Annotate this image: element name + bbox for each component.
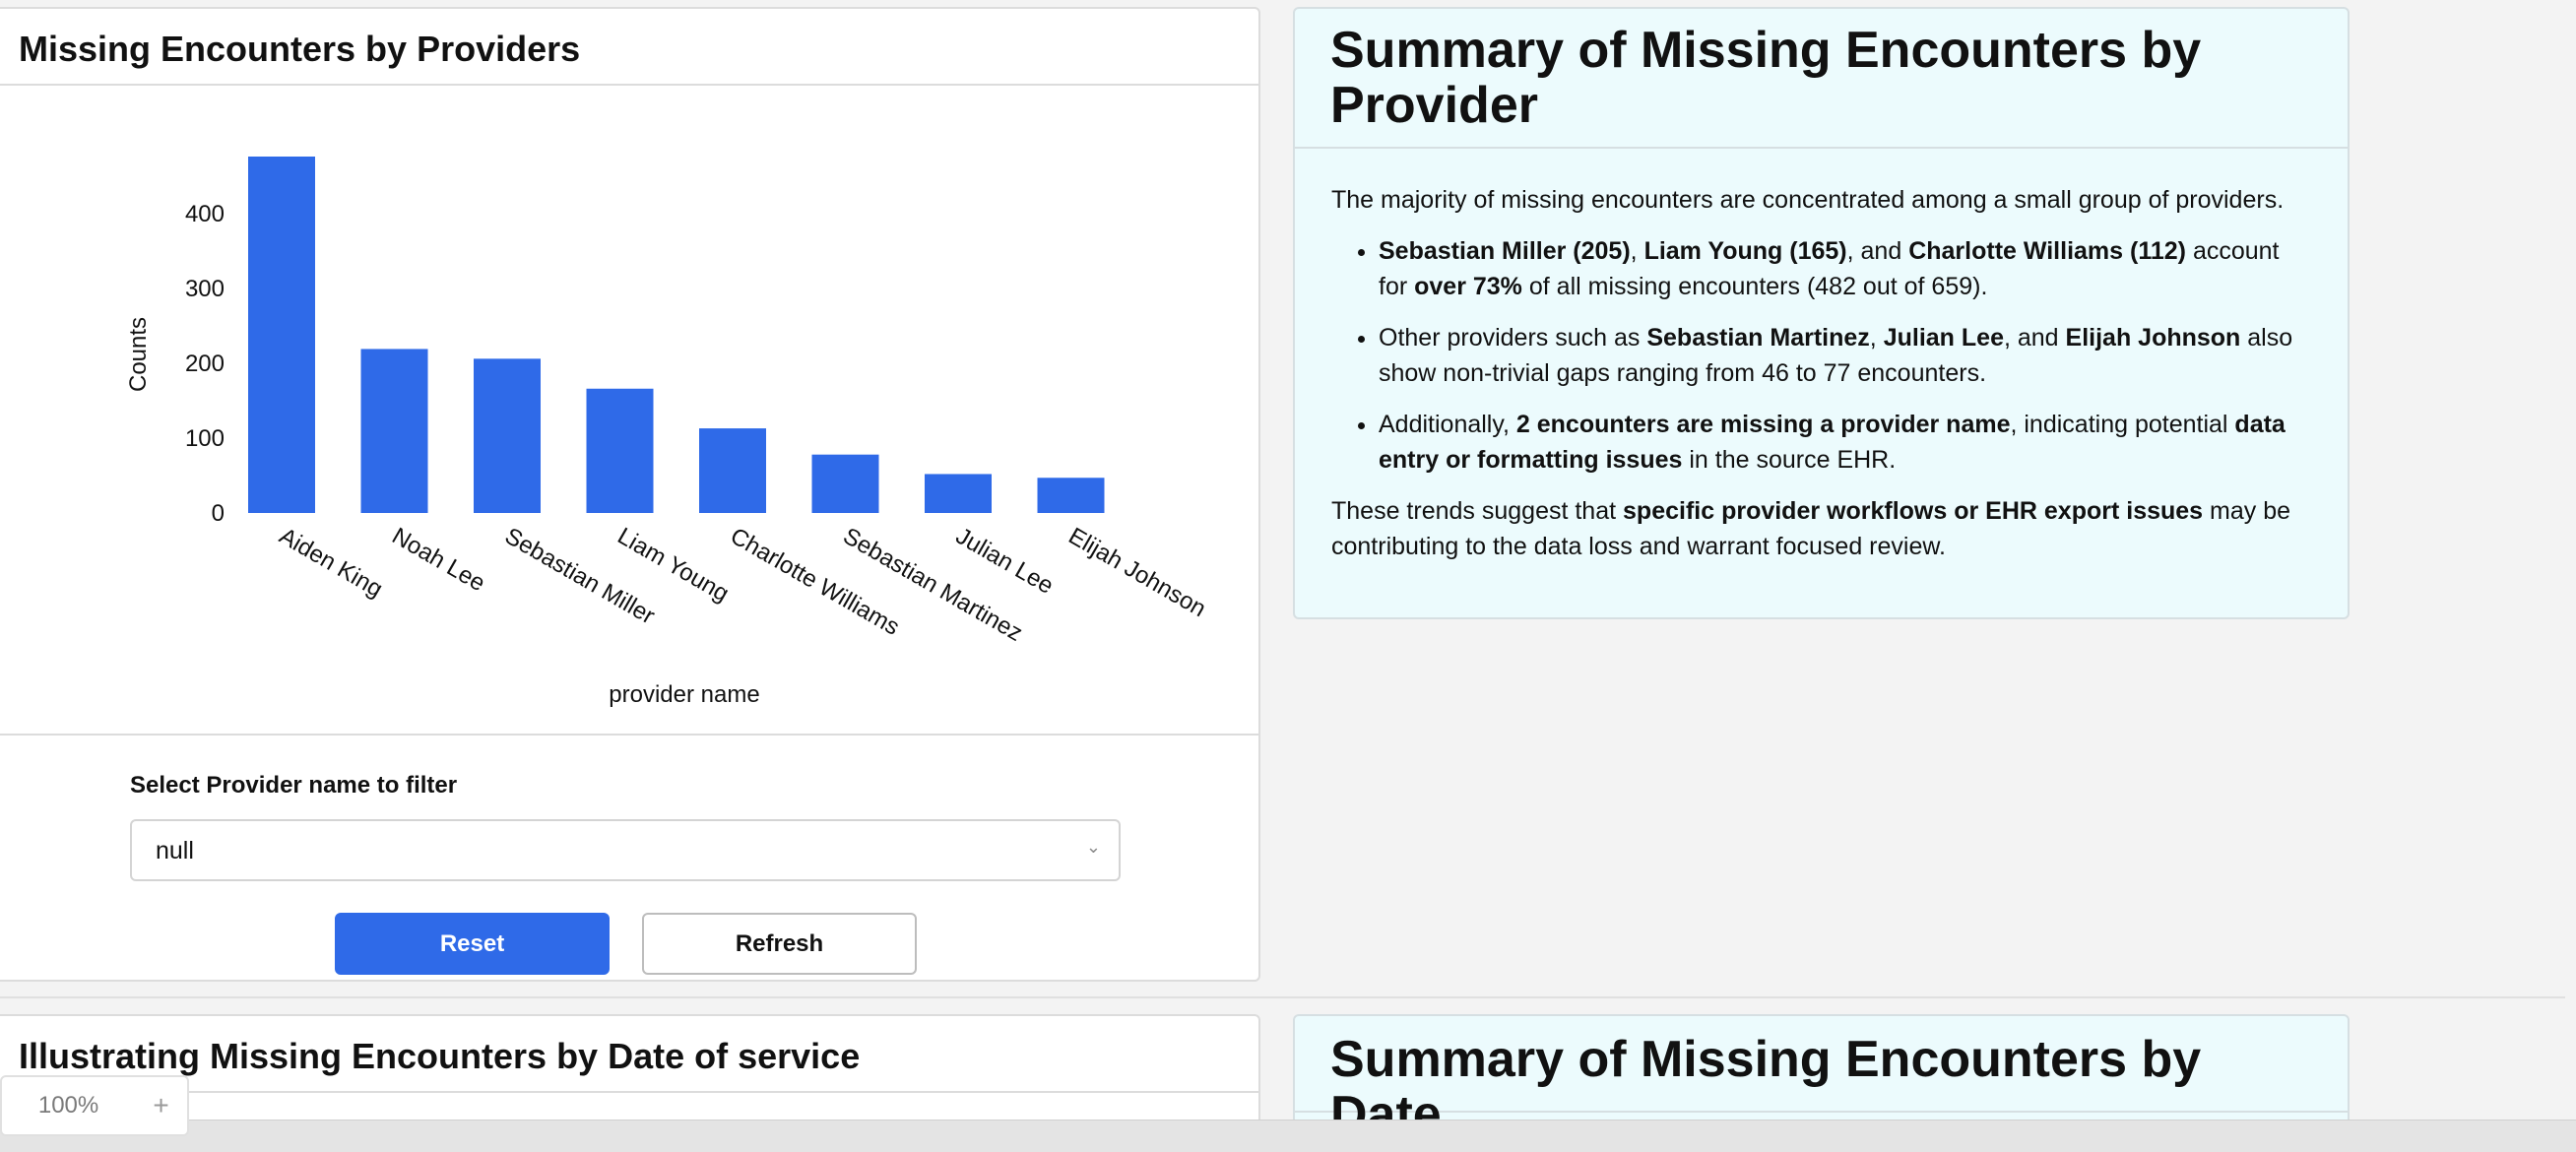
summary-percent: over 73% <box>1414 273 1522 300</box>
x-tick-label: Noah Lee <box>388 523 490 597</box>
x-tick-label: Aiden King <box>275 523 387 603</box>
bottom-strip <box>0 1120 2576 1152</box>
provider-summary-header: Summary of Missing Encounters by Provide… <box>1295 9 2348 149</box>
summary-name: Julian Lee <box>1883 324 2004 352</box>
summary-name: Charlotte Williams (112) <box>1908 237 2186 265</box>
zoom-value[interactable]: 100% <box>2 1092 135 1120</box>
summary-intro: The majority of missing encounters are c… <box>1331 186 2285 214</box>
summary-text: Other providers such as <box>1379 324 1647 352</box>
summary-text: of all missing encounters (482 out of 65… <box>1521 273 1988 300</box>
chevron-down-icon: ⌄ <box>1085 837 1101 857</box>
provider-chart-card: Missing Encounters by Providers 0 100 200 3… <box>0 7 1260 982</box>
bar <box>811 454 879 513</box>
zoom-control: 100% + <box>0 1075 189 1136</box>
provider-card-title: Missing Encounters by Providers <box>19 29 581 69</box>
provider-card-header: Missing Encounters by Providers <box>0 9 1258 86</box>
summary-emphasis: 2 encounters are missing a provider name <box>1515 411 2011 438</box>
summary-outro: These trends suggest that specific provi… <box>1331 493 2312 564</box>
summary-text: , and <box>1846 237 1909 265</box>
filter-label: Select Provider name to filter <box>130 772 458 799</box>
y-tick-label: 100 <box>185 425 225 452</box>
provider-chart-area: 0 100 200 300 400 Counts Aiden King Noah Lee Seb… <box>0 88 1258 736</box>
summary-text: These trends suggest that <box>1331 497 1624 525</box>
x-tick-label: Julian Lee <box>951 523 1058 600</box>
summary-bullet-missing-name: Additionally, 2 encounters are missing a… <box>1379 407 2312 478</box>
y-tick-label: 400 <box>185 201 225 227</box>
refresh-button[interactable]: Refresh <box>642 913 917 975</box>
provider-bar-chart: 0100200300400CountsAiden King Noah Lee Seb… <box>125 157 1211 708</box>
section-divider <box>0 996 2565 998</box>
summary-name: Sebastian Miller (205) <box>1379 237 1631 265</box>
summary-text: , <box>1869 324 1884 352</box>
summary-text: , <box>1630 237 1644 265</box>
zoom-in-icon[interactable]: + <box>135 1090 187 1121</box>
summary-name: Liam Young (165) <box>1643 237 1847 265</box>
summary-list: Sebastian Miller (205), Liam Young (165)… <box>1379 233 2312 478</box>
summary-text: , and <box>2003 324 2066 352</box>
summary-bullet-top-providers: Sebastian Miller (205), Liam Young (165)… <box>1379 233 2312 304</box>
bar <box>360 349 428 513</box>
bar <box>925 474 992 513</box>
provider-select-value: null <box>156 837 194 864</box>
y-axis-label: Counts <box>125 317 152 392</box>
y-tick-label: 0 <box>212 500 225 527</box>
summary-text: in the source EHR. <box>1682 446 1897 474</box>
provider-summary-title: Summary of Missing Encounters by Provide… <box>1330 22 2202 134</box>
summary-bullet-other-providers: Other providers such as Sebastian Martin… <box>1379 320 2312 391</box>
provider-summary-card: Summary of Missing Encounters by Provide… <box>1293 7 2350 619</box>
bar <box>474 358 541 513</box>
provider-select[interactable]: null ⌄ <box>130 819 1121 881</box>
y-tick-label: 300 <box>185 276 225 302</box>
x-tick-label: Elijah Johnson <box>1064 523 1211 622</box>
bar <box>248 157 315 513</box>
summary-name: Sebastian Martinez <box>1646 324 1870 352</box>
reset-button[interactable]: Reset <box>335 913 610 975</box>
date-summary-header: Summary of Missing Encounters by Date <box>1295 1016 2348 1142</box>
summary-text: , indicating potential <box>2010 411 2235 438</box>
summary-emphasis: specific provider workflows or EHR expor… <box>1623 497 2204 525</box>
bar <box>1037 478 1105 513</box>
bar <box>699 428 766 513</box>
bar <box>586 388 654 513</box>
x-axis-label: provider name <box>609 681 759 708</box>
summary-name: Elijah Johnson <box>2065 324 2241 352</box>
date-card-title: Illustrating Missing Encounters by Date … <box>19 1036 861 1076</box>
provider-summary-body: The majority of missing encounters are c… <box>1295 149 2348 564</box>
summary-text: Additionally, <box>1379 411 1516 438</box>
y-tick-label: 200 <box>185 351 225 377</box>
